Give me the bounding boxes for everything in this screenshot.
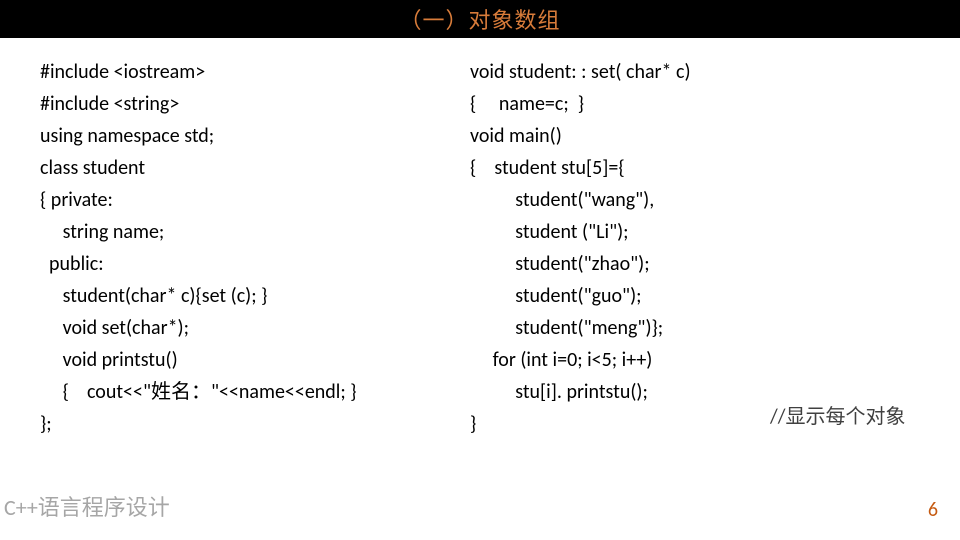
code-left-column: #include <iostream> #include <string> us… [40,56,470,440]
slide-title: （一）对象数组 [399,3,560,35]
footer-page-number: 6 [928,498,938,522]
footer-course-name: C++语言程序设计 [4,490,170,522]
slide-title-bar: （一）对象数组 [0,0,960,38]
code-right-column: void student: : set( char* c) { name=c; … [470,56,960,440]
code-content: #include <iostream> #include <string> us… [0,38,960,440]
code-comment: //显示每个对象 [770,400,905,429]
